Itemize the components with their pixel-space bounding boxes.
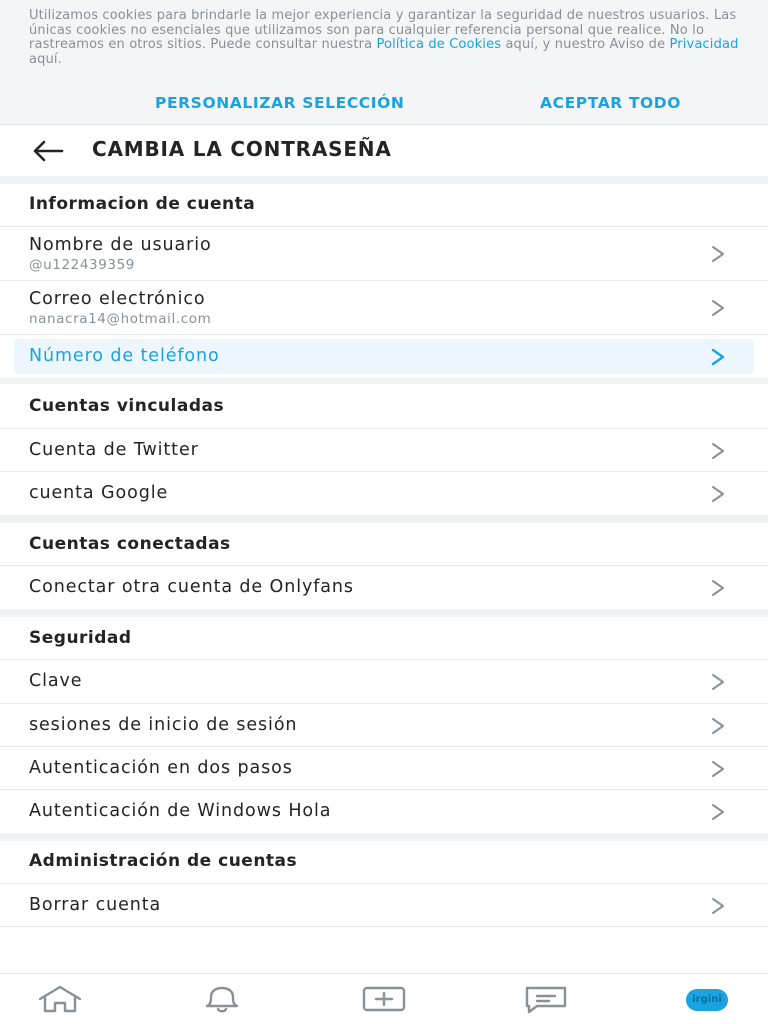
connect-other-row[interactable]: Conectar otra cuenta de Onlyfans xyxy=(0,565,768,609)
section-title-account-info: Informacion de cuenta xyxy=(29,194,256,214)
chevron-right-icon xyxy=(712,761,724,777)
section-divider xyxy=(0,176,768,184)
privacy-link[interactable]: Privacidad xyxy=(670,37,739,52)
username-value: @u122439359 xyxy=(29,257,135,273)
message-icon[interactable] xyxy=(521,984,571,1014)
twitter-label: Cuenta de Twitter xyxy=(29,440,199,460)
chevron-right-icon xyxy=(712,898,724,914)
cookie-banner: Utilizamos cookies para brindarle la mej… xyxy=(0,0,768,125)
email-value: nanacra14@hotmail.com xyxy=(29,311,212,327)
windows-hello-label: Autenticación de Windows Hola xyxy=(29,801,332,821)
delete-account-row[interactable]: Borrar cuenta xyxy=(0,883,768,927)
email-label: Correo electrónico xyxy=(29,289,206,309)
delete-account-label: Borrar cuenta xyxy=(29,895,162,915)
two-step-row[interactable]: Autenticación en dos pasos xyxy=(0,746,768,789)
section-title-account-admin: Administración de cuentas xyxy=(29,851,298,871)
password-label: Clave xyxy=(29,671,83,691)
sessions-row[interactable]: sesiones de inicio de sesión xyxy=(0,703,768,746)
username-label: Nombre de usuario xyxy=(29,235,212,255)
section-divider xyxy=(0,833,768,841)
section-divider xyxy=(0,515,768,523)
chevron-right-icon xyxy=(712,443,724,459)
chevron-right-icon xyxy=(712,300,724,316)
home-icon[interactable] xyxy=(35,984,85,1014)
page-title: CAMBIA LA CONTRASEÑA xyxy=(92,137,392,161)
section-title-connected: Cuentas conectadas xyxy=(29,534,231,554)
plus-square-icon[interactable] xyxy=(359,984,409,1014)
email-row[interactable]: Correo electrónico nanacra14@hotmail.com xyxy=(0,280,768,334)
accept-all-button[interactable]: ACEPTAR TODO xyxy=(540,94,681,112)
two-step-label: Autenticación en dos pasos xyxy=(29,758,293,778)
chevron-right-icon xyxy=(712,486,724,502)
arrow-left-icon[interactable] xyxy=(30,138,66,164)
bottom-nav: irgini xyxy=(0,973,768,1024)
username-row[interactable]: Nombre de usuario @u122439359 xyxy=(0,226,768,280)
section-divider xyxy=(0,609,768,617)
avatar[interactable]: irgini xyxy=(686,989,728,1011)
chevron-right-icon xyxy=(711,348,725,366)
sessions-label: sesiones de inicio de sesión xyxy=(29,715,298,735)
cookie-message: Utilizamos cookies para brindarle la mej… xyxy=(29,8,741,67)
google-row[interactable]: cuenta Google xyxy=(0,471,768,515)
chevron-right-icon xyxy=(712,804,724,820)
windows-hello-row[interactable]: Autenticación de Windows Hola xyxy=(0,789,768,833)
chevron-right-icon xyxy=(712,718,724,734)
section-title-security: Seguridad xyxy=(29,628,132,648)
phone-label: Número de teléfono xyxy=(29,346,220,366)
cookie-policy-link[interactable]: Política de Cookies xyxy=(377,37,502,52)
chevron-right-icon xyxy=(712,674,724,690)
section-divider xyxy=(0,378,768,384)
customize-selection-button[interactable]: PERSONALIZAR SELECCIÓN xyxy=(155,94,404,112)
bell-icon[interactable] xyxy=(197,984,247,1014)
twitter-row[interactable]: Cuenta de Twitter xyxy=(0,428,768,471)
cookie-text-after: aquí. xyxy=(29,51,62,67)
chevron-right-icon xyxy=(712,580,724,596)
chevron-right-icon xyxy=(712,246,724,262)
section-title-linked: Cuentas vinculadas xyxy=(29,396,225,416)
connect-other-label: Conectar otra cuenta de Onlyfans xyxy=(29,577,354,597)
google-label: cuenta Google xyxy=(29,483,169,503)
password-row[interactable]: Clave xyxy=(0,659,768,703)
phone-row[interactable]: Número de teléfono xyxy=(0,334,768,378)
cookie-text-middle: aquí, y nuestro Aviso de xyxy=(505,37,666,52)
